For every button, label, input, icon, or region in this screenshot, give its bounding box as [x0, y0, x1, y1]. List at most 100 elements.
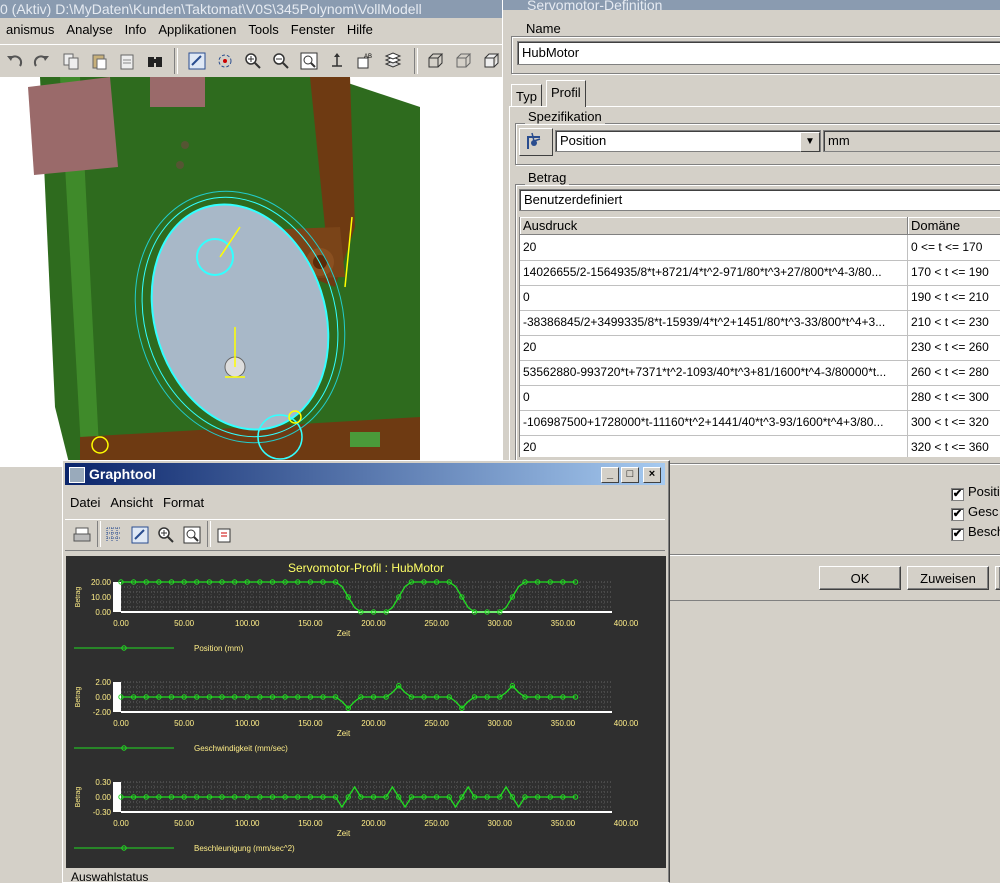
expression-cell[interactable]: 0: [520, 385, 908, 410]
grid-toggle-icon[interactable]: [103, 524, 125, 546]
expression-cell[interactable]: 20: [520, 235, 908, 260]
table-row[interactable]: 14026655/2-1564935/8*t+8721/4*t^2-971/80…: [520, 260, 1000, 286]
checkbox-geschwindigkeit-mark[interactable]: ✔: [951, 508, 964, 521]
ok-button[interactable]: OK: [819, 566, 901, 590]
orient-icon[interactable]: [326, 50, 348, 72]
y-tick-label: -2.00: [93, 708, 112, 717]
redo-icon[interactable]: [30, 50, 52, 72]
expression-cell[interactable]: -38386845/2+3499335/8*t-15939/4*t^2+1451…: [520, 310, 908, 335]
copy-icon[interactable]: [60, 50, 82, 72]
menu-mechanismus[interactable]: anismus: [0, 18, 60, 42]
menu-info[interactable]: Info: [119, 18, 153, 42]
table-row[interactable]: 0 190 < t <= 210: [520, 285, 1000, 311]
graphtool-titlebar[interactable]: Graphtool _ □ ×: [65, 463, 665, 485]
column-header-domaene[interactable]: Domäne: [908, 217, 1000, 235]
menu-hilfe[interactable]: Hilfe: [341, 18, 379, 42]
spin-center-icon[interactable]: [214, 50, 236, 72]
saved-views-icon[interactable]: AB: [354, 50, 376, 72]
export-icon[interactable]: [213, 524, 235, 546]
undo-icon[interactable]: [4, 50, 26, 72]
paste-icon[interactable]: [88, 50, 110, 72]
table-row[interactable]: 20 0 <= t <= 170: [520, 235, 1000, 261]
betrag-select[interactable]: Benutzerdefiniert: [519, 189, 1000, 211]
table-row[interactable]: 20 230 < t <= 260: [520, 335, 1000, 361]
checkbox-beschleunigung-mark[interactable]: ✔: [951, 528, 964, 541]
x-tick-label: 300.00: [488, 619, 513, 628]
y-axis-label: Betrag: [75, 687, 82, 708]
cancel-button-partial[interactable]: [995, 566, 1000, 590]
checkbox-position-mark[interactable]: ✔: [951, 488, 964, 501]
tab-typ[interactable]: Typ: [511, 84, 542, 107]
expression-cell[interactable]: 20: [520, 335, 908, 360]
menu-tools[interactable]: Tools: [242, 18, 284, 42]
repaint-icon[interactable]: [129, 524, 151, 546]
refit-icon[interactable]: [181, 524, 203, 546]
menu-datei[interactable]: Datei: [65, 491, 105, 515]
hidden-line-icon[interactable]: [452, 50, 474, 72]
separator: [669, 600, 1000, 601]
expression-cell[interactable]: 53562880-993720*t+7371*t^2-1093/40*t^3+8…: [520, 360, 908, 385]
checkbox-beschleunigung[interactable]: ✔ Besch: [951, 524, 1000, 541]
menu-format[interactable]: Format: [158, 491, 209, 515]
chevron-down-icon[interactable]: ▼: [800, 132, 820, 152]
binoculars-icon[interactable]: [144, 50, 166, 72]
spec-graph-button[interactable]: [519, 128, 553, 156]
table-row[interactable]: 0 280 < t <= 300: [520, 385, 1000, 411]
expression-cell[interactable]: 0: [520, 285, 908, 310]
apply-button[interactable]: Zuweisen: [907, 566, 989, 590]
domain-cell[interactable]: 300 < t <= 320: [908, 410, 1000, 435]
plot-area[interactable]: Servomotor-Profil : HubMotor 20.00 10.00 0…: [66, 556, 666, 868]
menu-ansicht[interactable]: Ansicht: [105, 491, 158, 515]
maximize-button[interactable]: □: [621, 467, 639, 483]
clipboard-icon[interactable]: [116, 50, 138, 72]
tab-profil[interactable]: Profil: [546, 80, 586, 107]
y-tick-label: 0.00: [95, 693, 111, 702]
menu-analyse[interactable]: Analyse: [60, 18, 118, 42]
table-row[interactable]: -38386845/2+3499335/8*t-15939/4*t^2+1451…: [520, 310, 1000, 336]
refit-icon[interactable]: [298, 50, 320, 72]
domain-cell[interactable]: 210 < t <= 230: [908, 310, 1000, 335]
menu-fenster[interactable]: Fenster: [285, 18, 341, 42]
domain-cell[interactable]: 280 < t <= 300: [908, 385, 1000, 410]
checkbox-geschwindigkeit[interactable]: ✔ Gesc: [951, 504, 998, 521]
model-3d-viewport[interactable]: [0, 77, 502, 467]
minimize-button[interactable]: _: [601, 467, 619, 483]
domain-cell[interactable]: 320 < t <= 360: [908, 435, 1000, 457]
zoom-out-icon[interactable]: [270, 50, 292, 72]
table-row[interactable]: 20 320 < t <= 360: [520, 435, 1000, 457]
name-field[interactable]: HubMotor: [517, 41, 1000, 65]
domain-cell[interactable]: 230 < t <= 260: [908, 335, 1000, 360]
print-icon[interactable]: [71, 524, 93, 546]
expression-cell[interactable]: 20: [520, 435, 908, 457]
zoom-in-icon[interactable]: [155, 524, 177, 546]
domain-cell[interactable]: 0 <= t <= 170: [908, 235, 1000, 260]
table-row[interactable]: -106987500+1728000*t-11160*t^2+1441/40*t…: [520, 410, 1000, 436]
menu-applikationen[interactable]: Applikationen: [152, 18, 242, 42]
domain-cell[interactable]: 170 < t <= 190: [908, 260, 1000, 285]
table-row[interactable]: 53562880-993720*t+7371*t^2-1093/40*t^3+8…: [520, 360, 1000, 386]
x-tick-label: 0.00: [113, 819, 129, 828]
x-tick-label: 150.00: [298, 719, 323, 728]
x-tick-label: 350.00: [551, 819, 576, 828]
layers-icon[interactable]: [382, 50, 404, 72]
wireframe-icon[interactable]: [424, 50, 446, 72]
series-line: [121, 684, 576, 710]
zoom-in-icon[interactable]: [242, 50, 264, 72]
checkbox-position[interactable]: ✔ Positi: [951, 484, 1000, 501]
close-button[interactable]: ×: [643, 467, 661, 483]
spec-unit: mm: [823, 130, 1000, 152]
spec-label: Spezifikation: [525, 109, 605, 124]
domain-cell[interactable]: 190 < t <= 210: [908, 285, 1000, 310]
x-tick-label: 0.00: [113, 619, 129, 628]
no-hidden-icon[interactable]: [480, 50, 502, 72]
expression-cell[interactable]: 14026655/2-1564935/8*t+8721/4*t^2-971/80…: [520, 260, 908, 285]
domain-cell[interactable]: 260 < t <= 280: [908, 360, 1000, 385]
expression-cell[interactable]: -106987500+1728000*t-11160*t^2+1441/40*t…: [520, 410, 908, 435]
column-header-ausdruck[interactable]: Ausdruck: [520, 217, 908, 235]
checkbox-position-label: Positi: [968, 484, 1000, 499]
x-tick-label: 400.00: [614, 619, 639, 628]
x-tick-label: 350.00: [551, 719, 576, 728]
x-tick-label: 50.00: [174, 819, 195, 828]
repaint-icon[interactable]: [186, 50, 208, 72]
spec-select[interactable]: Position: [555, 130, 821, 152]
